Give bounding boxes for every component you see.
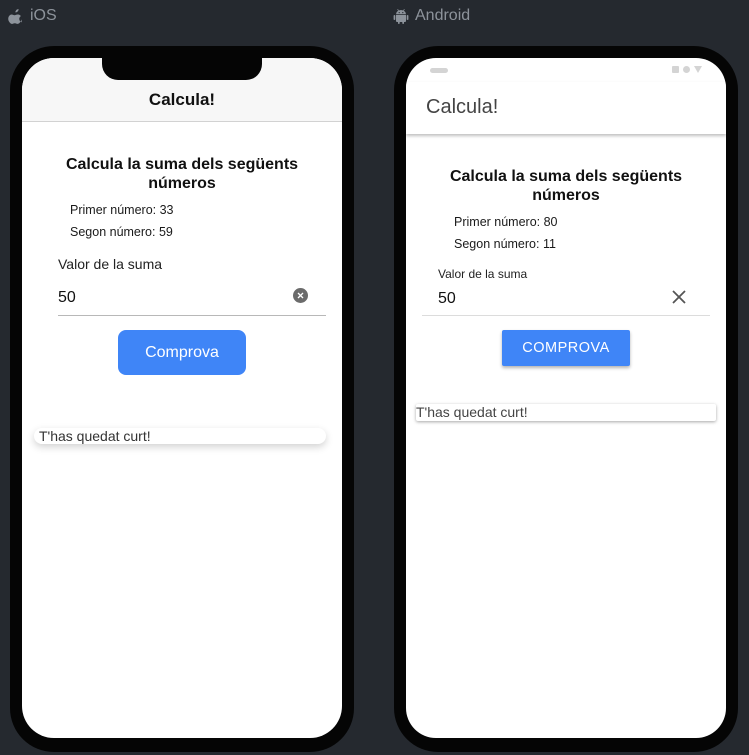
android-heading: Calcula la suma dels següents números (449, 168, 683, 204)
ios-device-frame: Calcula! Calcula la suma dels següents n… (10, 46, 354, 752)
ios-platform-text: iOS (30, 7, 57, 24)
ios-toast-message: T'has quedat curt! (34, 428, 326, 444)
android-icon (393, 8, 409, 24)
android-status-indicator (430, 68, 448, 73)
ios-screen: Calcula! Calcula la suma dels següents n… (22, 58, 342, 738)
ios-sum-label: Valor de la suma (58, 256, 163, 272)
android-app-bar: Calcula! (406, 82, 726, 134)
ios-check-button[interactable]: Comprova (118, 330, 246, 375)
android-check-button[interactable]: COMPROVA (502, 330, 630, 366)
android-platform-label: Android (393, 6, 470, 26)
ios-notch (102, 58, 262, 80)
ios-platform-label: iOS (8, 6, 57, 26)
wifi-icon (683, 66, 690, 73)
android-sum-input[interactable] (422, 282, 710, 316)
android-first-number: Primer número: 80 (454, 215, 558, 229)
android-device-frame: Calcula! Calcula la suma dels següents n… (394, 46, 738, 752)
android-screen: Calcula! Calcula la suma dels següents n… (406, 58, 726, 738)
close-icon[interactable] (671, 289, 687, 305)
clear-icon[interactable] (293, 288, 308, 303)
apple-icon (8, 8, 24, 24)
android-status-icons (672, 66, 702, 73)
android-sum-label: Valor de la suma (438, 267, 528, 281)
ios-sum-input[interactable] (58, 280, 326, 316)
ios-heading: Calcula la suma dels següents números (65, 156, 299, 192)
ios-nav-title: Calcula! (148, 90, 216, 109)
android-second-number: Segon número: 11 (454, 237, 556, 251)
ios-first-number: Primer número: 33 (70, 203, 174, 217)
android-platform-text: Android (415, 7, 471, 24)
android-toast-message: T'has quedat curt! (416, 404, 716, 421)
signal-icon (694, 66, 702, 73)
battery-icon (672, 66, 679, 73)
android-app-bar-title: Calcula! (426, 96, 499, 118)
ios-second-number: Segon número: 59 (70, 225, 173, 239)
